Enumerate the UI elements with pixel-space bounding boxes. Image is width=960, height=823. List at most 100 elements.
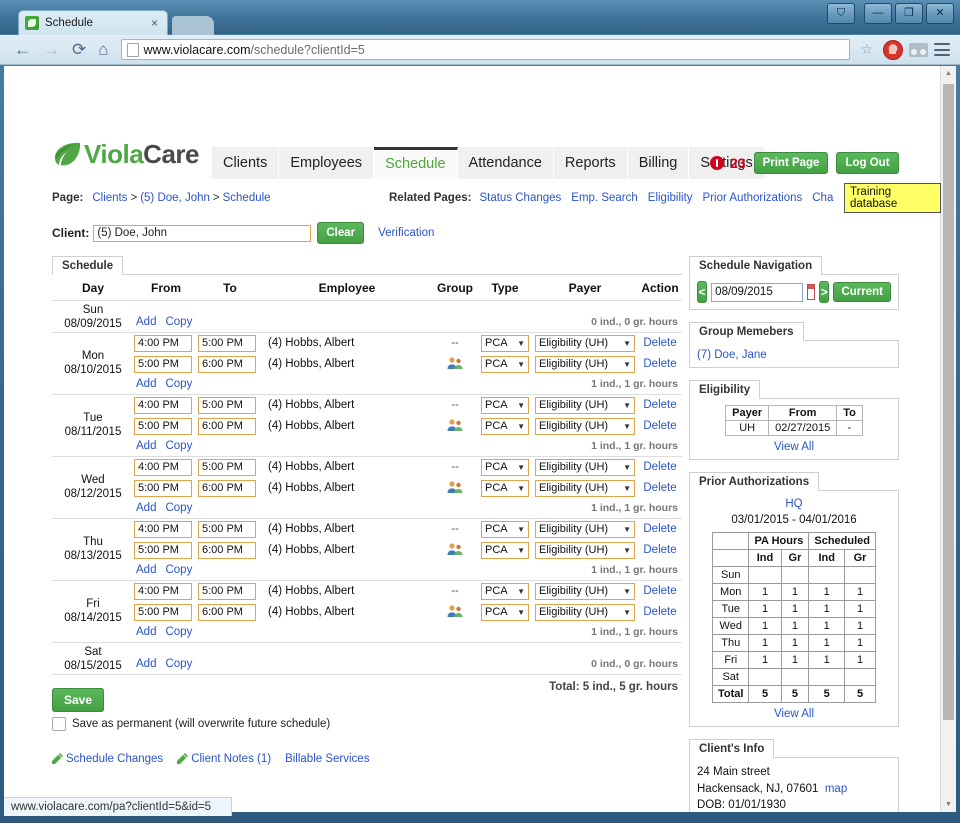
group-member-item[interactable]: (7) Doe, Jane bbox=[697, 349, 767, 361]
current-week-button[interactable]: Current bbox=[833, 281, 891, 303]
entry-delete-link[interactable]: Delete bbox=[643, 606, 676, 618]
browser-tab-schedule[interactable]: Schedule × bbox=[18, 10, 168, 35]
address-bar[interactable]: www.violacare.com/schedule?clientId=5 bbox=[120, 39, 851, 60]
apps-extension-icon[interactable] bbox=[909, 42, 928, 57]
entry-delete-link[interactable]: Delete bbox=[643, 358, 676, 370]
prev-week-button[interactable]: < bbox=[697, 281, 708, 303]
scrollbar-thumb[interactable] bbox=[943, 84, 954, 720]
add-link[interactable]: Add bbox=[136, 564, 156, 576]
save-permanent-checkbox[interactable] bbox=[52, 716, 66, 731]
log-out-button[interactable]: Log Out bbox=[836, 152, 899, 175]
alert-icon[interactable] bbox=[710, 156, 724, 171]
entry-delete-link[interactable]: Delete bbox=[643, 399, 676, 411]
entry-payer-select[interactable]: Eligibility (UH) ▼ bbox=[535, 396, 635, 414]
related-link-status-changes[interactable]: Status Changes bbox=[479, 192, 561, 204]
copy-link[interactable]: Copy bbox=[165, 502, 192, 514]
entry-to-input[interactable] bbox=[198, 479, 256, 497]
entry-type-select[interactable]: PCA ▼ bbox=[481, 396, 529, 414]
add-link[interactable]: Add bbox=[136, 658, 156, 670]
tab-close-icon[interactable]: × bbox=[148, 16, 161, 30]
entry-from-input[interactable] bbox=[134, 582, 192, 600]
entry-payer-select[interactable]: Eligibility (UH) ▼ bbox=[535, 458, 635, 476]
alert-count[interactable]: 23 bbox=[730, 155, 746, 171]
page-scrollbar[interactable]: ▲ ▼ bbox=[940, 66, 956, 812]
entry-to-input[interactable] bbox=[198, 355, 256, 373]
entry-delete-link[interactable]: Delete bbox=[643, 461, 676, 473]
entry-from-input[interactable] bbox=[134, 603, 192, 621]
entry-type-select[interactable]: PCA ▼ bbox=[481, 603, 529, 621]
reload-icon[interactable]: ⟳ bbox=[66, 41, 92, 58]
entry-type-select[interactable]: PCA ▼ bbox=[481, 520, 529, 538]
entry-delete-link[interactable]: Delete bbox=[643, 482, 676, 494]
related-link-eligibility[interactable]: Eligibility bbox=[648, 192, 693, 204]
pa-view-all-link[interactable]: View All bbox=[697, 708, 891, 720]
breadcrumb-clients[interactable]: Clients bbox=[92, 192, 127, 204]
copy-link[interactable]: Copy bbox=[165, 316, 192, 328]
entry-to-input[interactable] bbox=[198, 458, 256, 476]
forward-icon[interactable]: → bbox=[37, 41, 66, 58]
entry-payer-select[interactable]: Eligibility (UH) ▼ bbox=[535, 479, 635, 497]
add-link[interactable]: Add bbox=[136, 626, 156, 638]
client-input[interactable] bbox=[93, 224, 312, 242]
entry-from-input[interactable] bbox=[134, 541, 192, 559]
next-week-button[interactable]: > bbox=[819, 281, 830, 303]
copy-link[interactable]: Copy bbox=[165, 626, 192, 638]
add-link[interactable]: Add bbox=[136, 378, 156, 390]
entry-delete-link[interactable]: Delete bbox=[643, 544, 676, 556]
entry-delete-link[interactable]: Delete bbox=[643, 585, 676, 597]
copy-link[interactable]: Copy bbox=[165, 658, 192, 670]
link-billable-services[interactable]: Billable Services bbox=[285, 753, 369, 765]
entry-to-input[interactable] bbox=[198, 582, 256, 600]
entry-to-input[interactable] bbox=[198, 396, 256, 414]
nav-tab-schedule[interactable]: Schedule bbox=[374, 147, 458, 179]
pa-link-hq[interactable]: HQ bbox=[785, 498, 802, 510]
entry-type-select[interactable]: PCA ▼ bbox=[481, 334, 529, 352]
bookmark-star-icon[interactable]: ☆ bbox=[856, 41, 877, 58]
entry-from-input[interactable] bbox=[134, 458, 192, 476]
entry-from-input[interactable] bbox=[134, 417, 192, 435]
add-link[interactable]: Add bbox=[136, 440, 156, 452]
copy-link[interactable]: Copy bbox=[165, 564, 192, 576]
entry-payer-select[interactable]: Eligibility (UH) ▼ bbox=[535, 417, 635, 435]
entry-to-input[interactable] bbox=[198, 520, 256, 538]
entry-payer-select[interactable]: Eligibility (UH) ▼ bbox=[535, 603, 635, 621]
add-link[interactable]: Add bbox=[136, 502, 156, 514]
add-link[interactable]: Add bbox=[136, 316, 156, 328]
scroll-down-icon[interactable]: ▼ bbox=[941, 797, 956, 812]
entry-type-select[interactable]: PCA ▼ bbox=[481, 417, 529, 435]
related-link-changes[interactable]: Cha bbox=[812, 192, 833, 204]
entry-to-input[interactable] bbox=[198, 334, 256, 352]
entry-group[interactable] bbox=[432, 604, 478, 621]
eligibility-view-all-link[interactable]: View All bbox=[697, 441, 891, 453]
link-schedule-changes[interactable]: Schedule Changes bbox=[66, 753, 163, 765]
entry-payer-select[interactable]: Eligibility (UH) ▼ bbox=[535, 520, 635, 538]
nav-tab-attendance[interactable]: Attendance bbox=[457, 147, 554, 179]
nav-tab-reports[interactable]: Reports bbox=[553, 147, 628, 179]
nav-tab-billing[interactable]: Billing bbox=[627, 147, 690, 179]
link-client-notes[interactable]: Client Notes (1) bbox=[191, 753, 271, 765]
entry-to-input[interactable] bbox=[198, 417, 256, 435]
entry-payer-select[interactable]: Eligibility (UH) ▼ bbox=[535, 355, 635, 373]
nav-tab-clients[interactable]: Clients bbox=[212, 147, 280, 179]
copy-link[interactable]: Copy bbox=[165, 378, 192, 390]
clear-button[interactable]: Clear bbox=[317, 222, 365, 245]
entry-type-select[interactable]: PCA ▼ bbox=[481, 541, 529, 559]
entry-group[interactable] bbox=[432, 542, 478, 559]
entry-from-input[interactable] bbox=[134, 396, 192, 414]
related-link-emp-search[interactable]: Emp. Search bbox=[571, 192, 637, 204]
browser-menu-icon[interactable] bbox=[934, 43, 950, 56]
client-map-link[interactable]: map bbox=[825, 783, 847, 795]
calendar-icon[interactable] bbox=[807, 284, 816, 300]
back-icon[interactable]: ← bbox=[8, 41, 37, 58]
entry-payer-select[interactable]: Eligibility (UH) ▼ bbox=[535, 541, 635, 559]
copy-link[interactable]: Copy bbox=[165, 440, 192, 452]
entry-type-select[interactable]: PCA ▼ bbox=[481, 582, 529, 600]
entry-type-select[interactable]: PCA ▼ bbox=[481, 479, 529, 497]
adblock-extension-icon[interactable] bbox=[883, 39, 903, 60]
breadcrumb-schedule[interactable]: Schedule bbox=[223, 192, 271, 204]
save-permanent-row[interactable]: Save as permanent (will overwrite future… bbox=[52, 716, 682, 731]
entry-payer-select[interactable]: Eligibility (UH) ▼ bbox=[535, 582, 635, 600]
entry-payer-select[interactable]: Eligibility (UH) ▼ bbox=[535, 334, 635, 352]
entry-to-input[interactable] bbox=[198, 603, 256, 621]
print-page-button[interactable]: Print Page bbox=[753, 152, 829, 175]
